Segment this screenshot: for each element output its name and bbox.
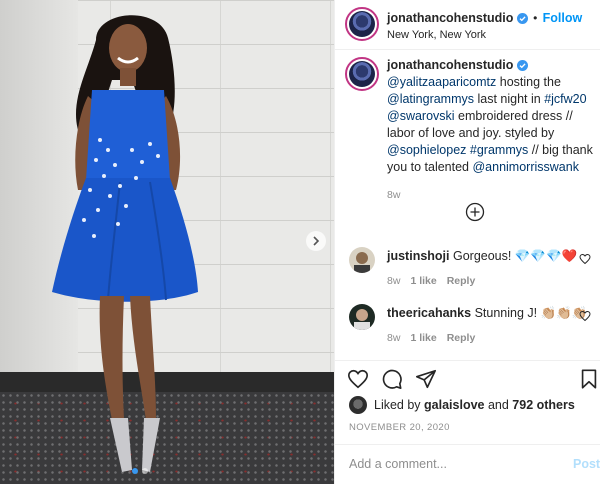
reply-button[interactable]: Reply bbox=[447, 332, 476, 344]
liker-avatar[interactable] bbox=[349, 396, 367, 414]
bookmark-icon[interactable] bbox=[578, 368, 600, 390]
header-separator: • bbox=[533, 11, 538, 25]
caption-mention[interactable]: @latingrammys bbox=[387, 92, 474, 106]
carousel-dots bbox=[132, 468, 148, 474]
comment-meta: 8w 1 like Reply bbox=[387, 275, 485, 287]
comment-likes[interactable]: 1 like bbox=[410, 275, 436, 287]
caption-mention[interactable]: @annimorrisswank bbox=[472, 160, 578, 174]
comment-input[interactable] bbox=[349, 457, 549, 471]
carousel-dot bbox=[142, 468, 148, 474]
comment-bubble-icon[interactable] bbox=[381, 368, 403, 390]
heart-icon[interactable] bbox=[579, 310, 591, 322]
verified-badge-icon bbox=[516, 60, 528, 71]
caption-text: last night in bbox=[474, 92, 545, 106]
woman-in-blue-dress bbox=[52, 15, 198, 472]
comment-text: Gorgeous! 💎💎💎❤️ bbox=[452, 249, 578, 263]
post-photo[interactable] bbox=[0, 0, 334, 484]
reply-button[interactable]: Reply bbox=[447, 275, 476, 287]
heart-icon[interactable] bbox=[347, 368, 369, 390]
liker-username[interactable]: galaislove bbox=[424, 398, 484, 412]
post-location[interactable]: New York, New York bbox=[387, 29, 486, 41]
caption-hashtag[interactable]: #jcfw20 bbox=[544, 92, 586, 106]
comment-username[interactable]: justinshoji bbox=[387, 249, 450, 263]
post-caption: jonathancohenstudio @yalitzaaparicomtz h… bbox=[387, 57, 593, 204]
post-date[interactable]: NOVEMBER 20, 2020 bbox=[349, 422, 450, 433]
likes-summary: Liked by galaislove and 792 others bbox=[349, 396, 575, 414]
caption-hashtag[interactable]: #grammys bbox=[470, 143, 528, 157]
likes-prefix: Liked by bbox=[374, 398, 425, 412]
post-details-panel: jonathancohenstudio • Follow New York, N… bbox=[334, 0, 600, 484]
caption-text: hosting the bbox=[496, 75, 561, 89]
caption-mention[interactable]: @yalitzaaparicomtz bbox=[387, 75, 496, 89]
heart-icon[interactable] bbox=[579, 253, 591, 265]
comment-username[interactable]: theericahanks bbox=[387, 306, 471, 320]
paper-plane-icon[interactable] bbox=[415, 368, 437, 390]
follow-button[interactable]: Follow bbox=[543, 11, 583, 25]
caption-avatar[interactable] bbox=[345, 57, 379, 91]
carousel-next-button[interactable] bbox=[306, 231, 326, 251]
caption-mention[interactable]: @sophielopez bbox=[387, 143, 466, 157]
plus-circle-icon[interactable] bbox=[465, 202, 485, 222]
likes-count[interactable]: 792 others bbox=[512, 398, 575, 412]
actions-divider bbox=[335, 360, 600, 361]
carousel-dot-active bbox=[132, 468, 138, 474]
account-username[interactable]: jonathancohenstudio bbox=[387, 11, 513, 25]
post-header: jonathancohenstudio • Follow New York, N… bbox=[335, 0, 600, 50]
comment-form: Post bbox=[335, 444, 600, 484]
chevron-right-icon bbox=[313, 236, 320, 246]
commenter-avatar[interactable] bbox=[349, 304, 375, 330]
caption-timestamp[interactable]: 8w bbox=[387, 187, 593, 204]
caption-mention[interactable]: @swarovski bbox=[387, 109, 455, 123]
caption-username[interactable]: jonathancohenstudio bbox=[387, 58, 513, 72]
likes-middle: and bbox=[484, 398, 513, 412]
verified-badge-icon bbox=[516, 13, 528, 24]
comment-text: Stunning J! 👏🏼👏🏼👏🏼 bbox=[474, 306, 588, 320]
commenter-avatar[interactable] bbox=[349, 247, 375, 273]
comment-time[interactable]: 8w bbox=[387, 275, 400, 287]
comment-likes[interactable]: 1 like bbox=[410, 332, 436, 344]
account-avatar[interactable] bbox=[345, 7, 379, 41]
comment-meta: 8w 1 like Reply bbox=[387, 332, 485, 344]
post-comment-button[interactable]: Post bbox=[573, 457, 600, 471]
comment-time[interactable]: 8w bbox=[387, 332, 400, 344]
